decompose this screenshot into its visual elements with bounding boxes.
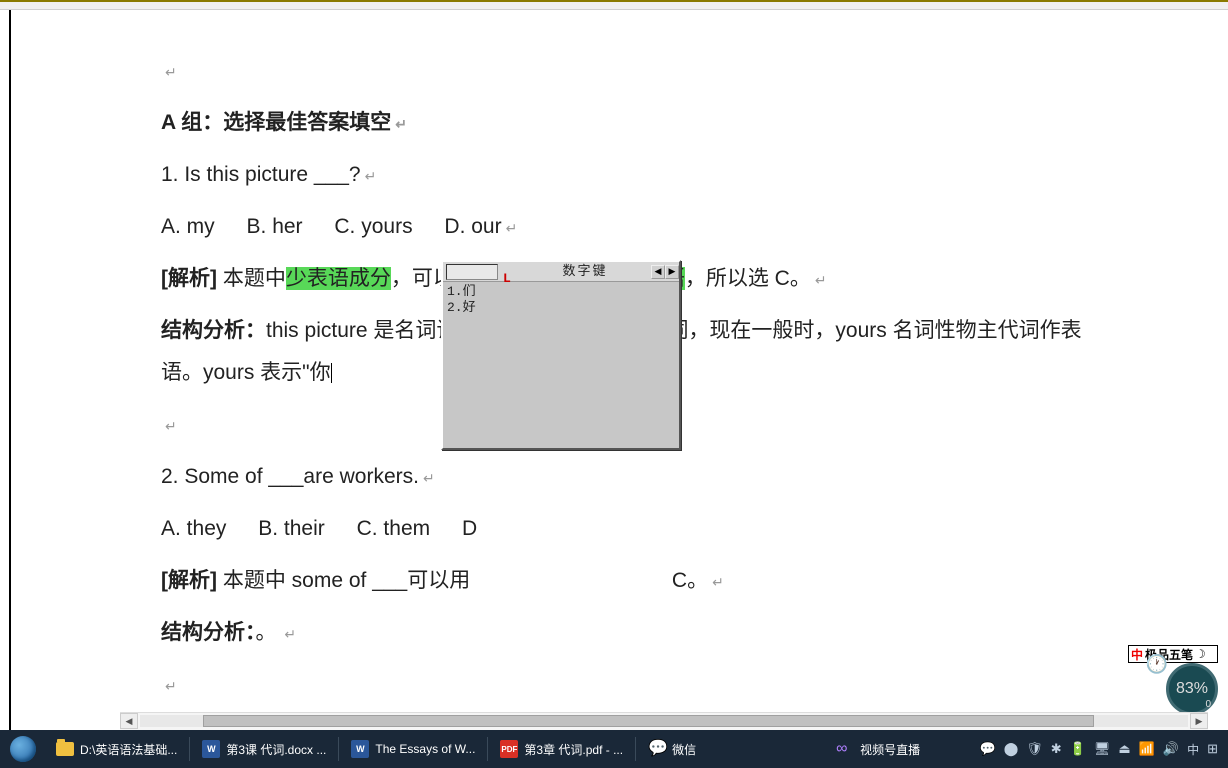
ime-candidate-1[interactable]: 1.们: [447, 284, 675, 300]
tray-icon[interactable]: ⬤: [1004, 741, 1019, 757]
ime-next-page-button[interactable]: ▶: [665, 265, 679, 279]
document-body[interactable]: ↵ A 组：选择最佳答案填空↵ 1. Is this picture ___?↵…: [11, 10, 1228, 730]
ime-candidate-window[interactable]: L 数字键 ◀ ▶ 1.们 2.好: [441, 260, 681, 450]
ime-title: 数字键: [519, 259, 651, 285]
scroll-track[interactable]: [140, 715, 1188, 727]
right-overlay: 中 极品五笔 ☽ 🕐 83% 0: [1128, 645, 1218, 715]
taskbar-live[interactable]: ∞ 视频号直播: [826, 730, 930, 768]
text-cursor: [331, 363, 332, 383]
battery-icon[interactable]: 🔋: [1070, 741, 1086, 757]
moon-icon: ☽: [1195, 647, 1206, 661]
q1-options: A. my B. her C. yours D. our↵: [161, 206, 1108, 248]
q2-analysis: [解析] 本题中 some of ___可以用 C。↵: [161, 560, 1108, 602]
system-tray[interactable]: 💬 ⬤ 🛡 ✱ 🔋 🖥 ⏏ 📶 🔊 中 ⊞: [980, 741, 1228, 758]
scroll-thumb[interactable]: [203, 715, 1094, 727]
ime-header[interactable]: L 数字键 ◀ ▶: [443, 262, 679, 282]
ime-prev-page-button[interactable]: ◀: [651, 265, 665, 279]
performance-gauge[interactable]: 83% 0: [1166, 663, 1218, 715]
pdf-icon: PDF: [500, 740, 518, 758]
scroll-right-button[interactable]: ▶: [1190, 713, 1208, 729]
ime-candidate-2[interactable]: 2.好: [447, 300, 675, 316]
wifi-icon[interactable]: 📶: [1139, 741, 1155, 757]
leaf-icon: 🕐: [1146, 654, 1168, 675]
q1-stem: 1. Is this picture ___?↵: [161, 154, 1108, 196]
taskbar-word-doc1[interactable]: W 第3课 代词.docx ...: [192, 730, 336, 768]
folder-icon: [56, 742, 74, 756]
tray-icon[interactable]: ⊞: [1207, 741, 1218, 757]
volume-icon[interactable]: 🔊: [1163, 741, 1179, 757]
wechat-icon: 💬: [648, 740, 666, 758]
tray-icon[interactable]: 💬: [980, 741, 996, 757]
pin-icon[interactable]: ⏏: [1118, 741, 1130, 757]
ime-l-icon: L: [503, 266, 515, 278]
group-a-title: A 组：选择最佳答案填空↵: [161, 102, 1108, 144]
q2-stem: 2. Some of ___are workers.↵: [161, 456, 1108, 498]
scroll-left-button[interactable]: ◀: [120, 713, 138, 729]
q2-options: A. they B. their C. them D: [161, 508, 1108, 550]
ime-status-badge[interactable]: 中 极品五笔 ☽: [1128, 645, 1218, 663]
infinity-icon: ∞: [836, 740, 854, 758]
taskbar-wechat[interactable]: 💬 微信: [638, 730, 706, 768]
taskbar-word-doc2[interactable]: W The Essays of W...: [341, 730, 485, 768]
taskbar-explorer[interactable]: D:\英语语法基础...: [46, 730, 187, 768]
window-titlebar: [0, 0, 1228, 10]
q2-structure: 结构分析：。 ↵: [161, 612, 1108, 654]
left-gutter: [0, 10, 9, 730]
ime-candidate-list[interactable]: 1.们 2.好: [443, 282, 679, 318]
shield-icon[interactable]: 🛡: [1026, 741, 1043, 757]
monitor-icon[interactable]: 🖥: [1094, 741, 1111, 757]
taskbar[interactable]: D:\英语语法基础... W 第3课 代词.docx ... W The Ess…: [0, 730, 1228, 768]
ime-composition-box[interactable]: [446, 264, 498, 280]
word-icon: W: [351, 740, 369, 758]
taskbar-pdf[interactable]: PDF 第3章 代词.pdf - ...: [490, 730, 633, 768]
start-button[interactable]: [0, 730, 46, 768]
bluetooth-icon[interactable]: ✱: [1051, 741, 1062, 757]
para-mark: ↵: [161, 50, 1108, 92]
start-orb-icon: [10, 736, 36, 762]
horizontal-scrollbar[interactable]: ◀ ▶: [120, 712, 1208, 730]
word-icon: W: [202, 740, 220, 758]
para-mark: ↵: [161, 664, 1108, 706]
gauge-sub: 0: [1205, 699, 1211, 710]
ime-lang-indicator[interactable]: 中: [1187, 741, 1199, 758]
